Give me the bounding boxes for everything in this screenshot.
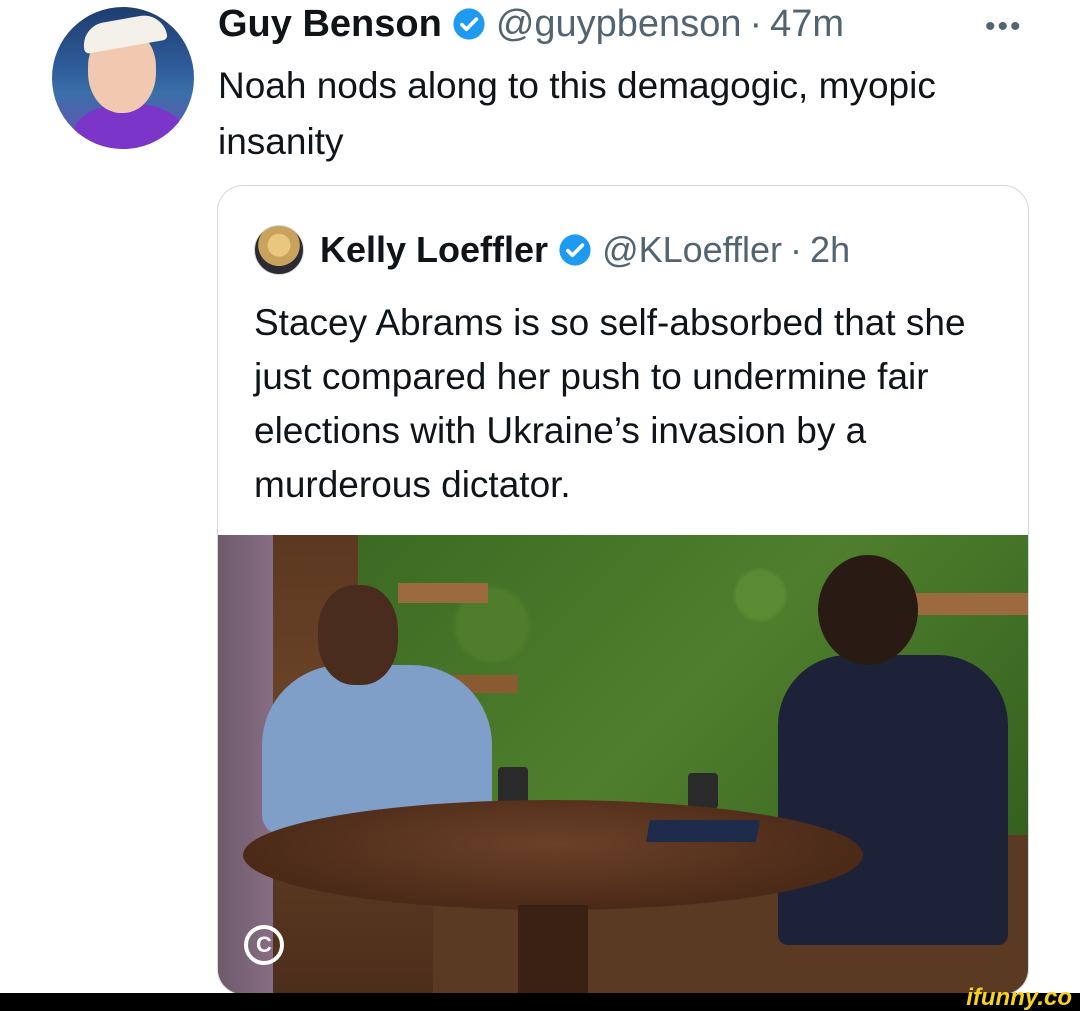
watermark-bar: ifunny.co [0,986,1080,1011]
comedy-central-logo-icon: C [244,925,284,965]
tweet-header: Guy Benson @guypbenson · 47m [218,2,844,46]
verified-badge-icon [453,8,485,40]
table [243,800,863,910]
quoted-tweet-text: Stacey Abrams is so self-absorbed that s… [254,302,966,505]
quoted-author-name[interactable]: Kelly Loeffler [320,229,548,271]
quoted-author-avatar[interactable] [254,225,304,275]
author-handle[interactable]: @guypbenson [496,3,742,46]
separator-dot: · [790,229,803,270]
author-avatar[interactable] [52,7,194,149]
quoted-author-handle[interactable]: @KLoeffler [602,229,782,271]
person-right [778,655,1008,945]
tweet-text: Noah nods along to this demagogic, myopi… [218,65,936,162]
separator-dot: · [749,2,763,45]
quoted-tweet[interactable]: Kelly Loeffler @KLoeffler · 2h Stacey Ab… [217,185,1029,995]
more-options-icon[interactable]: ••• [985,10,1023,44]
author-name[interactable]: Guy Benson [218,3,442,46]
quoted-tweet-media-image[interactable]: C [218,535,1028,994]
quoted-tweet-timestamp[interactable]: 2h [810,229,850,271]
verified-badge-icon [559,234,591,266]
quoted-tweet-header: Kelly Loeffler @KLoeffler · 2h [254,225,850,275]
ifunny-watermark: ifunny.co [966,984,1072,1011]
tweet-timestamp[interactable]: 47m [770,3,844,46]
